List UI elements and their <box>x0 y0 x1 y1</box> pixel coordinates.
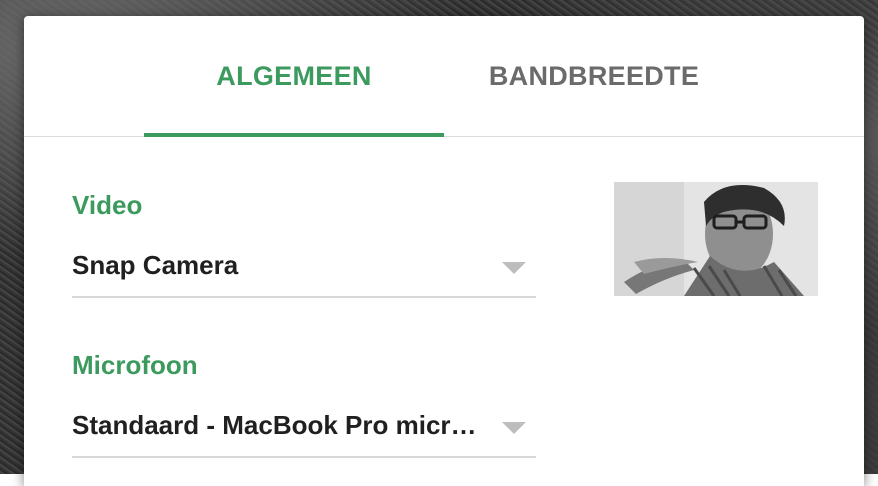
active-tab-indicator <box>144 133 444 137</box>
video-selected-value: Snap Camera <box>72 250 239 280</box>
tab-bar: ALGEMEEN BANDBREEDTE <box>24 16 864 137</box>
tab-general[interactable]: ALGEMEEN <box>144 16 444 137</box>
video-preview <box>614 182 818 296</box>
tab-bandwidth[interactable]: BANDBREEDTE <box>444 16 744 136</box>
microphone-label: Microfoon <box>72 350 198 380</box>
video-select[interactable]: Snap Camera <box>72 240 536 298</box>
chevron-down-icon <box>502 422 526 434</box>
chevron-down-icon <box>502 262 526 274</box>
video-label: Video <box>72 190 143 220</box>
tab-general-label: ALGEMEEN <box>216 60 372 91</box>
tab-bandwidth-label: BANDBREEDTE <box>488 60 700 91</box>
camera-preview-image <box>614 182 818 296</box>
settings-dialog: ALGEMEEN BANDBREEDTE Video Snap Camera M… <box>24 16 864 486</box>
microphone-select[interactable]: Standaard - MacBook Pro micr… <box>72 400 536 458</box>
microphone-selected-value: Standaard - MacBook Pro micr… <box>72 410 477 440</box>
